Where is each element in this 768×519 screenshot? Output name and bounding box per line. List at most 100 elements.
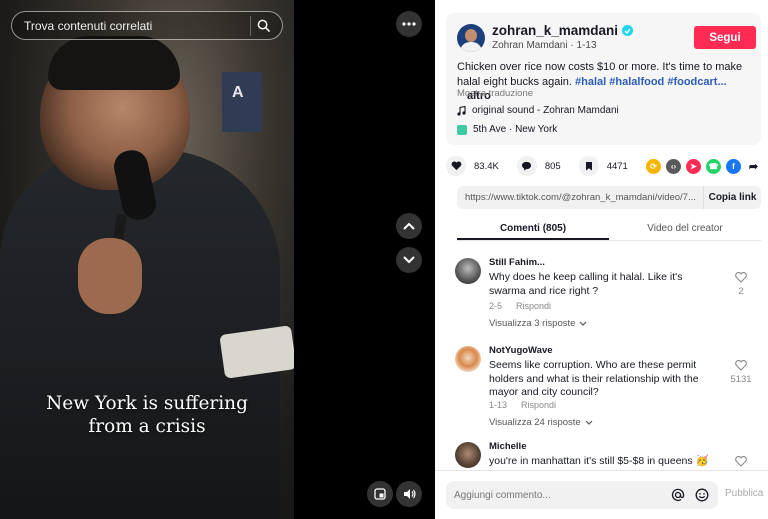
view-replies-label[interactable]: Visualizza 24 risposte xyxy=(489,417,581,428)
whatsapp-icon[interactable]: ☎ xyxy=(706,158,721,174)
comment-input-box[interactable] xyxy=(446,481,718,509)
embed-code-icon[interactable]: ‹› xyxy=(666,158,681,174)
author-subline: Zohran Mamdani · 1-13 xyxy=(492,40,597,51)
commenter-avatar[interactable] xyxy=(455,258,481,284)
food-tray xyxy=(219,325,294,379)
description-hashtags[interactable]: #halal #halalfood #foodcart... xyxy=(575,76,727,88)
commenter-avatar[interactable] xyxy=(455,346,481,372)
view-replies-link[interactable]: Visualizza 24 risposte xyxy=(489,417,593,428)
reply-link[interactable]: Rispondi xyxy=(516,301,551,311)
previous-video-chevron-up-icon[interactable] xyxy=(396,213,422,239)
person-hand xyxy=(78,238,142,314)
post-info-card: zohran_k_mamdani Zohran Mamdani · 1-13 S… xyxy=(446,13,761,145)
comment-bubble-icon[interactable] xyxy=(516,156,537,176)
comment-like-count: 2 xyxy=(738,286,744,297)
comment-count: 805 xyxy=(544,160,561,172)
sound-link[interactable]: original sound - Zohran Mamdani xyxy=(457,105,619,116)
comment-item: Still Fahim... Why does he keep calling … xyxy=(446,254,768,334)
reply-link[interactable]: Rispondi xyxy=(521,400,556,410)
post-date: 1-13 xyxy=(576,40,597,51)
save-action[interactable]: 4471 xyxy=(578,156,628,176)
caption-line-2: from a crisis xyxy=(88,416,206,437)
search-icon[interactable] xyxy=(250,15,270,36)
more-options-icon[interactable] xyxy=(396,11,422,37)
comment-composer: Pubblica xyxy=(435,470,768,519)
panel-tabs: Comenti (805) Video del creator xyxy=(457,215,761,241)
like-action[interactable]: 83.4K xyxy=(446,156,499,176)
location-pin-icon xyxy=(457,124,467,135)
author-avatar[interactable] xyxy=(457,24,485,52)
send-to-friend-icon[interactable]: ➤ xyxy=(686,158,701,174)
comment-date: 1-13 xyxy=(489,400,508,410)
volume-icon[interactable] xyxy=(396,481,422,507)
heart-outline-icon[interactable] xyxy=(735,360,747,371)
tiktok-video-page: A New York is suffering from a crisis xyxy=(0,0,768,519)
bookmark-icon[interactable] xyxy=(578,156,599,176)
facebook-icon[interactable]: f xyxy=(726,158,741,174)
copy-link-button[interactable]: Copia link xyxy=(703,186,761,209)
comment-date: 2-5 xyxy=(489,301,503,311)
show-translation-link[interactable]: Mostra traduzione xyxy=(457,88,533,99)
sound-name[interactable]: original sound - Zohran Mamdani xyxy=(472,105,619,116)
person-hair xyxy=(48,36,180,90)
view-replies-link[interactable]: Visualizza 3 risposte xyxy=(489,318,587,329)
verified-badge-icon xyxy=(622,25,634,36)
heart-outline-icon[interactable] xyxy=(735,272,747,283)
caption-line-1: New York is suffering xyxy=(46,393,248,414)
view-replies-label[interactable]: Visualizza 3 risposte xyxy=(489,318,575,329)
comment-like-count: 5131 xyxy=(730,374,752,385)
tab-comments[interactable]: Comenti (805) xyxy=(457,215,609,240)
avatar-face xyxy=(465,29,477,42)
comment-text: you're in manhattan it's still $5-$8 in … xyxy=(489,455,709,467)
publish-comment-button[interactable]: Pubblica xyxy=(725,488,763,499)
comment-like[interactable]: 2 xyxy=(728,272,754,297)
comment-action[interactable]: 805 xyxy=(516,156,561,176)
subway-sign xyxy=(222,72,262,132)
commenter-avatar[interactable] xyxy=(455,442,481,468)
like-count: 83.4K xyxy=(474,160,499,172)
author-username[interactable]: zohran_k_mamdani xyxy=(492,23,618,38)
video-caption: New York is suffering from a crisis xyxy=(30,392,264,438)
comment-input[interactable] xyxy=(454,489,662,501)
author-username-row[interactable]: zohran_k_mamdani xyxy=(492,23,634,38)
next-video-chevron-down-icon[interactable] xyxy=(396,247,422,273)
action-bar: 83.4K 805 4471 ⟳ ‹› ➤ ☎ f ➦ xyxy=(446,155,761,177)
comment-meta: 1-13 Rispondi xyxy=(489,400,556,410)
comment-text: Why does he keep calling it halal. Like … xyxy=(489,271,683,297)
share-icons: ⟳ ‹› ➤ ☎ f ➦ xyxy=(646,158,761,174)
related-search-input[interactable] xyxy=(24,18,250,33)
details-panel: zohran_k_mamdani Zohran Mamdani · 1-13 S… xyxy=(435,0,768,519)
commenter-username[interactable]: Still Fahim... xyxy=(489,257,545,268)
heart-outline-icon[interactable] xyxy=(735,456,747,467)
comment-list: Still Fahim... Why does he keep calling … xyxy=(446,252,768,470)
comment-like[interactable]: 5131 xyxy=(728,360,754,385)
share-arrow-icon[interactable]: ➦ xyxy=(746,159,761,174)
commenter-username[interactable]: NotYugoWave xyxy=(489,345,553,356)
miniplayer-icon[interactable] xyxy=(367,481,393,507)
mention-at-icon[interactable] xyxy=(670,487,686,503)
repost-icon[interactable]: ⟳ xyxy=(646,158,661,174)
related-search-bar[interactable] xyxy=(11,11,283,40)
comment-item: NotYugoWave Seems like corruption. Who a… xyxy=(446,342,768,434)
follow-button[interactable]: Segui xyxy=(694,26,756,49)
location-name[interactable]: 5th Ave · New York xyxy=(473,124,557,135)
location-link[interactable]: 5th Ave · New York xyxy=(457,124,557,135)
chevron-down-icon xyxy=(580,321,587,326)
video-url: https://www.tiktok.com/@zohran_k_mamdani… xyxy=(465,192,696,203)
save-count: 4471 xyxy=(606,160,628,172)
video-player[interactable]: A New York is suffering from a crisis xyxy=(0,0,294,519)
author-display-name: Zohran Mamdani xyxy=(492,40,568,51)
comment-like[interactable] xyxy=(728,456,754,470)
comment-item: Michelle you're in manhattan it's still … xyxy=(446,438,768,470)
comment-meta: 2-5 Rispondi xyxy=(489,301,551,311)
emoji-icon[interactable] xyxy=(694,487,710,503)
chevron-down-icon xyxy=(585,420,593,425)
tab-creator-videos[interactable]: Video del creator xyxy=(609,215,761,240)
subway-sign-letter: A xyxy=(232,84,244,101)
commenter-username[interactable]: Michelle xyxy=(489,441,527,452)
avatar-shirt xyxy=(460,42,482,52)
comment-text: Seems like corruption. Who are these per… xyxy=(489,359,699,398)
share-link-bar: https://www.tiktok.com/@zohran_k_mamdani… xyxy=(457,186,761,209)
music-note-icon xyxy=(457,105,466,116)
heart-icon[interactable] xyxy=(446,156,466,176)
